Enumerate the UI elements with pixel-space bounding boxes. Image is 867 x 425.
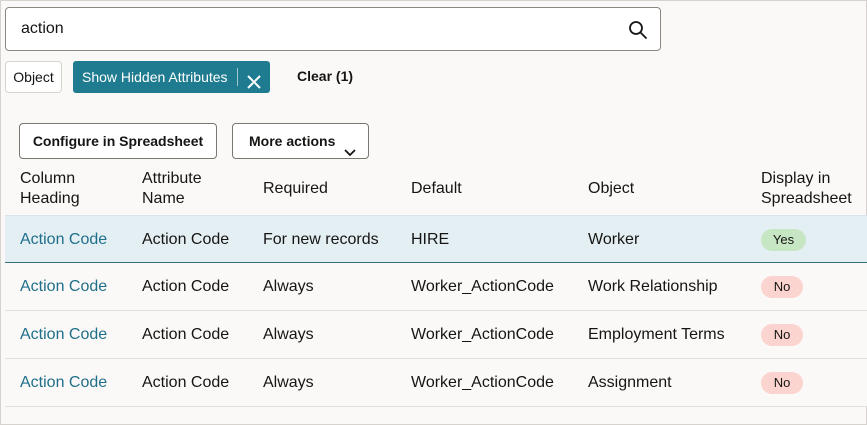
default-cell: Worker_ActionCode — [411, 374, 554, 391]
required-cell: For new records — [263, 231, 379, 248]
default-cell: HIRE — [411, 231, 450, 248]
column-heading-link[interactable]: Action Code — [20, 311, 107, 358]
column-heading-link[interactable]: Action Code — [20, 359, 107, 406]
default-cell: Worker_ActionCode — [411, 278, 554, 295]
object-cell: Work Relationship — [588, 278, 718, 295]
status-badge: No — [761, 276, 803, 298]
object-cell: Worker — [588, 231, 640, 248]
header-text: Column — [20, 170, 76, 187]
required-cell: Always — [263, 326, 314, 343]
chevron-down-icon — [344, 136, 356, 157]
header-object[interactable]: Object — [588, 179, 634, 199]
chip-separator — [237, 68, 238, 86]
object-filter-chip[interactable]: Object — [5, 61, 62, 93]
required-cell: Always — [263, 374, 314, 391]
more-actions-button[interactable]: More actions — [232, 123, 369, 159]
object-cell: Assignment — [588, 374, 672, 391]
attributes-table: Column Heading Attribute Name Required D… — [5, 161, 867, 407]
search-box[interactable] — [5, 7, 661, 51]
search-icon[interactable] — [628, 20, 648, 40]
column-heading-link[interactable]: Action Code — [20, 216, 107, 263]
header-column-heading[interactable]: Column Heading — [20, 169, 80, 209]
table-row[interactable]: Action Code Action Code Always Worker_Ac… — [5, 359, 867, 407]
attribute-name-cell: Action Code — [142, 231, 230, 248]
column-heading-link[interactable]: Action Code — [20, 263, 107, 310]
status-badge: No — [761, 372, 803, 394]
object-cell: Employment Terms — [588, 326, 725, 343]
header-display-in-spreadsheet[interactable]: Display in Spreadsheet — [761, 169, 852, 209]
attribute-name-cell: Action Code — [142, 326, 230, 343]
status-badge: No — [761, 324, 803, 346]
header-text: Spreadsheet — [761, 190, 852, 207]
header-text: Name — [142, 190, 185, 207]
status-badge: Yes — [761, 229, 806, 251]
configure-in-spreadsheet-button[interactable]: Configure in Spreadsheet — [19, 123, 217, 159]
table-row[interactable]: Action Code Action Code For new records … — [5, 215, 867, 263]
clear-filters-link[interactable]: Clear (1) — [297, 68, 353, 84]
table-row[interactable]: Action Code Action Code Always Worker_Ac… — [5, 263, 867, 311]
more-actions-label: More actions — [249, 133, 336, 149]
close-icon[interactable] — [246, 69, 262, 89]
page-frame: Object Show Hidden Attributes Clear (1) … — [0, 0, 867, 425]
header-attribute-name[interactable]: Attribute Name — [142, 169, 202, 209]
default-cell: Worker_ActionCode — [411, 326, 554, 343]
chip-label: Show Hidden Attributes — [82, 69, 228, 85]
attribute-name-cell: Action Code — [142, 278, 230, 295]
table-row[interactable]: Action Code Action Code Always Worker_Ac… — [5, 311, 867, 359]
header-required[interactable]: Required — [263, 179, 328, 199]
show-hidden-attributes-chip[interactable]: Show Hidden Attributes — [73, 61, 270, 93]
attribute-name-cell: Action Code — [142, 374, 230, 391]
search-input[interactable] — [21, 18, 611, 40]
table-header: Column Heading Attribute Name Required D… — [5, 161, 867, 215]
header-text: Attribute — [142, 170, 202, 187]
header-text: Display in — [761, 170, 831, 187]
required-cell: Always — [263, 278, 314, 295]
header-text: Heading — [20, 190, 80, 207]
header-default[interactable]: Default — [411, 179, 462, 199]
